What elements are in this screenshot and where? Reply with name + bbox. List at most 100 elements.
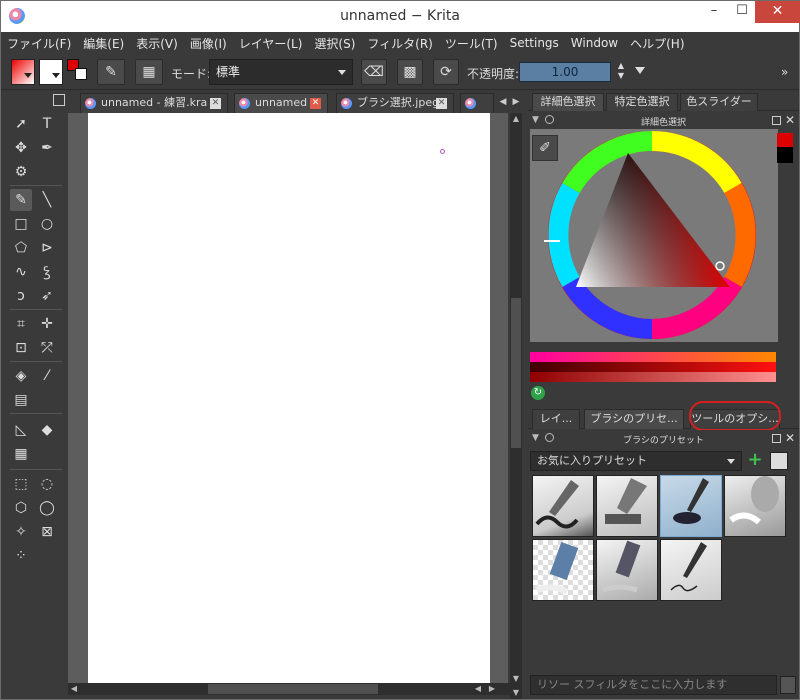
resource-filter-input[interactable]: リソー スフィルタをここに入力します [530, 675, 777, 695]
close-docker-icon[interactable]: ✕ [785, 431, 795, 445]
canvas-horizontal-scrollbar[interactable]: ◀ ◀ ▶ [68, 683, 510, 695]
brush-editor-button[interactable]: ✎ [97, 59, 125, 85]
float-docker-icon[interactable] [53, 94, 65, 106]
multibrush-tool[interactable]: ➶ [36, 285, 58, 307]
menu-image[interactable]: 画像(I) [190, 35, 227, 52]
close-tab-icon[interactable]: ✕ [310, 98, 321, 109]
close-docker-icon[interactable]: ✕ [785, 113, 795, 127]
bg-color-chip[interactable] [777, 147, 793, 163]
tab-color-sliders[interactable]: 色スライダー [680, 93, 758, 111]
color-select-tool[interactable]: ⊠ [36, 521, 58, 543]
menu-layer[interactable]: レイヤー(L) [239, 35, 303, 52]
rectangle-tool[interactable]: □ [10, 213, 32, 235]
minimize-button[interactable]: – [699, 1, 729, 23]
perspective-grid-tool[interactable]: ◆ [36, 419, 58, 441]
pattern-selector[interactable] [39, 59, 63, 85]
value-strip[interactable] [530, 362, 776, 372]
maximize-button[interactable]: ☐ [727, 1, 757, 23]
eraser-mode-button[interactable]: ⌫ [361, 59, 387, 85]
close-window-button[interactable]: ✕ [755, 1, 800, 23]
advanced-color-selector[interactable] [530, 129, 778, 342]
close-tab-icon[interactable]: ✕ [436, 98, 447, 109]
text-tool[interactable]: T [36, 113, 58, 135]
measure-tool[interactable]: ⤱ [36, 337, 58, 359]
preset-fill-brush[interactable] [660, 475, 722, 537]
ellipse-select-tool[interactable]: ◌ [36, 473, 58, 495]
brush-preset-button[interactable]: ▦ [135, 59, 163, 85]
view-mode-button[interactable] [770, 452, 788, 470]
more-options-icon[interactable] [635, 67, 645, 74]
bezier-select-tool[interactable]: ⁘ [10, 545, 32, 567]
triangle-handle[interactable] [715, 261, 725, 271]
background-color-chip[interactable] [75, 68, 87, 80]
opacity-spinner[interactable]: ▲ ▼ [615, 61, 627, 83]
polygon-select-tool[interactable]: ⬡ [10, 497, 32, 519]
tab-specific-color[interactable]: 特定色選択 [606, 93, 678, 111]
color-picker-tool[interactable]: ⁄ [36, 365, 58, 387]
dynamic-brush-tool[interactable]: ↄ [10, 285, 32, 307]
assistant-tool[interactable]: ◺ [10, 419, 32, 441]
freehand-path-tool[interactable]: ꝣ [36, 261, 58, 283]
transform-tool[interactable]: ⊡ [10, 337, 32, 359]
opacity-field[interactable]: 1.00 [519, 62, 611, 82]
magic-wand-tool[interactable]: ✧ [10, 521, 32, 543]
preset-eraser[interactable] [532, 539, 594, 601]
tab-brush-jpeg[interactable]: ブラシ選択.jpeg ✕ [336, 93, 454, 113]
eyedropper-button[interactable]: ✐ [532, 135, 558, 161]
gradient-selector[interactable] [11, 59, 35, 85]
gradient-mesh-tool[interactable]: ⚙ [10, 161, 32, 183]
scroll-down-arrow[interactable]: ▼ [510, 673, 522, 685]
menu-settings[interactable]: Settings [510, 36, 559, 50]
tab-unnamed[interactable]: unnamed ✕ [234, 93, 328, 113]
saturation-strip[interactable] [530, 372, 776, 382]
edit-shapes-tool[interactable]: ✥ [10, 137, 32, 159]
scroll-left-arrow[interactable]: ◀ [472, 683, 484, 695]
tab-advanced-color[interactable]: 詳細色選択 [532, 93, 604, 111]
vertical-scroll-thumb[interactable] [511, 298, 521, 448]
canvas-area[interactable] [68, 113, 508, 683]
menu-tools[interactable]: ツール(T) [445, 35, 498, 52]
gradient-tool[interactable]: ▤ [10, 389, 32, 411]
fg-bg-color-selector[interactable] [67, 59, 91, 85]
preset-ink-pen[interactable] [532, 475, 594, 537]
close-tab-icon[interactable]: ✕ [210, 98, 221, 109]
filter-options-button[interactable] [780, 676, 796, 694]
float-docker-icon[interactable] [772, 116, 781, 125]
tab-layers[interactable]: レイ... [532, 409, 580, 429]
tab-overflow[interactable] [460, 93, 494, 113]
refresh-icon[interactable]: ↻ [531, 386, 545, 400]
scroll-up-arrow[interactable]: ▲ [510, 113, 522, 125]
bezier-tool[interactable]: ∿ [10, 261, 32, 283]
color-wheel[interactable] [530, 129, 778, 342]
menu-window[interactable]: Window [571, 36, 618, 50]
preset-fineliner[interactable] [660, 539, 722, 601]
grid-tool[interactable]: ▦ [10, 443, 32, 465]
horizontal-scroll-thumb[interactable] [208, 684, 378, 694]
fill-tool[interactable]: ◈ [10, 365, 32, 387]
move-tool[interactable]: ✛ [36, 313, 58, 335]
freehand-select-tool[interactable]: ◯ [36, 497, 58, 519]
preserve-alpha-button[interactable]: ▩ [397, 59, 423, 85]
add-tag-button[interactable]: + [746, 451, 764, 470]
reload-preset-button[interactable]: ⟳ [433, 59, 459, 85]
calligraphy-tool[interactable]: ✒ [36, 137, 58, 159]
scroll-left-arrow[interactable]: ◀ [68, 683, 80, 695]
menu-select[interactable]: 選択(S) [314, 35, 355, 52]
menu-file[interactable]: ファイル(F) [7, 35, 71, 52]
menu-edit[interactable]: 編集(E) [83, 35, 124, 52]
tab-unnamed-kra[interactable]: unnamed - 練習.kra ✕ [80, 93, 228, 113]
fg-color-chip[interactable] [777, 133, 793, 147]
freehand-brush-tool[interactable]: ✎ [10, 189, 32, 211]
tabs-left-arrow[interactable]: ◀ [496, 95, 510, 109]
scroll-right-arrow[interactable]: ▶ [486, 683, 498, 695]
preset-tag-select[interactable]: お気に入りプリセット [530, 451, 742, 471]
preset-soft-eraser[interactable] [596, 539, 658, 601]
blend-mode-select[interactable]: 標準 [209, 59, 353, 85]
preset-marker[interactable] [596, 475, 658, 537]
canvas-vertical-scrollbar[interactable]: ▲ ▼ ▼ [510, 113, 522, 699]
rect-select-tool[interactable]: ⬚ [10, 473, 32, 495]
menu-filter[interactable]: フィルタ(R) [367, 35, 432, 52]
toolbar-overflow[interactable]: » [781, 65, 788, 91]
canvas-page[interactable] [88, 113, 490, 683]
crop-tool[interactable]: ⌗ [10, 313, 32, 335]
